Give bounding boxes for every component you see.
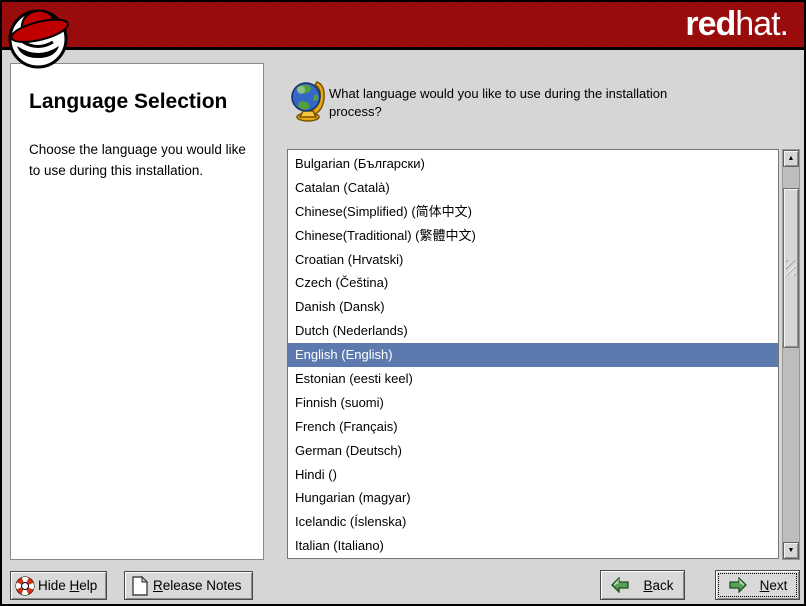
- language-option[interactable]: Dutch (Nederlands): [288, 319, 778, 343]
- redhat-wordmark: redhat.: [685, 5, 788, 44]
- language-option[interactable]: German (Deutsch): [288, 439, 778, 463]
- arrow-right-icon: [728, 577, 747, 593]
- back-button[interactable]: Back: [600, 570, 685, 600]
- release-notes-label: Release Notes: [153, 578, 242, 593]
- language-option[interactable]: French (Français): [288, 415, 778, 439]
- lifebuoy-icon: [14, 575, 36, 597]
- language-option[interactable]: Icelandic (Íslenska): [288, 510, 778, 534]
- wordmark-hat: hat.: [735, 5, 788, 43]
- question-text: What language would you like to use duri…: [329, 85, 694, 121]
- language-option[interactable]: Finnish (suomi): [288, 391, 778, 415]
- language-list-scrollbar[interactable]: ▲ ▼: [782, 149, 800, 560]
- arrow-left-icon: [611, 577, 630, 593]
- language-option[interactable]: Hungarian (magyar): [288, 486, 778, 510]
- language-option[interactable]: Italian (Italiano): [288, 534, 778, 558]
- language-option[interactable]: Chinese(Simplified) (简体中文): [288, 200, 778, 224]
- language-list[interactable]: Bulgarian (Български)Catalan (Català)Chi…: [287, 149, 779, 559]
- next-label: Next: [760, 578, 788, 593]
- language-option[interactable]: Chinese(Traditional) (繁體中文): [288, 224, 778, 248]
- scroll-up-icon[interactable]: ▲: [783, 150, 799, 167]
- help-text: Choose the language you would like to us…: [29, 140, 247, 182]
- help-panel: Language Selection Choose the language y…: [10, 63, 264, 560]
- hide-help-label: Hide Help: [38, 578, 97, 593]
- language-option[interactable]: Hindi (): [288, 463, 778, 487]
- release-notes-button[interactable]: Release Notes: [124, 571, 253, 600]
- language-option[interactable]: Croatian (Hrvatski): [288, 248, 778, 272]
- language-option[interactable]: Danish (Dansk): [288, 295, 778, 319]
- language-option[interactable]: English (English): [288, 343, 778, 367]
- redhat-shadowman-logo-icon: [7, 4, 71, 74]
- scrollbar-grip: [786, 260, 796, 276]
- language-option[interactable]: Estonian (eesti keel): [288, 367, 778, 391]
- globe-icon: [289, 78, 327, 122]
- hide-help-button[interactable]: Hide Help: [10, 571, 107, 600]
- scrollbar-thumb[interactable]: [783, 188, 799, 348]
- header-bar: redhat.: [2, 2, 804, 50]
- back-label: Back: [643, 578, 673, 593]
- document-icon: [130, 575, 150, 597]
- language-option[interactable]: Bulgarian (Български): [288, 152, 778, 176]
- next-button[interactable]: Next: [715, 570, 800, 600]
- language-option[interactable]: Czech (Čeština): [288, 271, 778, 295]
- wordmark-red: red: [685, 5, 735, 43]
- scroll-down-icon[interactable]: ▼: [783, 542, 799, 559]
- installer-window: redhat. Language Selection Choose the la…: [0, 0, 806, 606]
- language-option[interactable]: Catalan (Català): [288, 176, 778, 200]
- page-title: Language Selection: [29, 90, 247, 114]
